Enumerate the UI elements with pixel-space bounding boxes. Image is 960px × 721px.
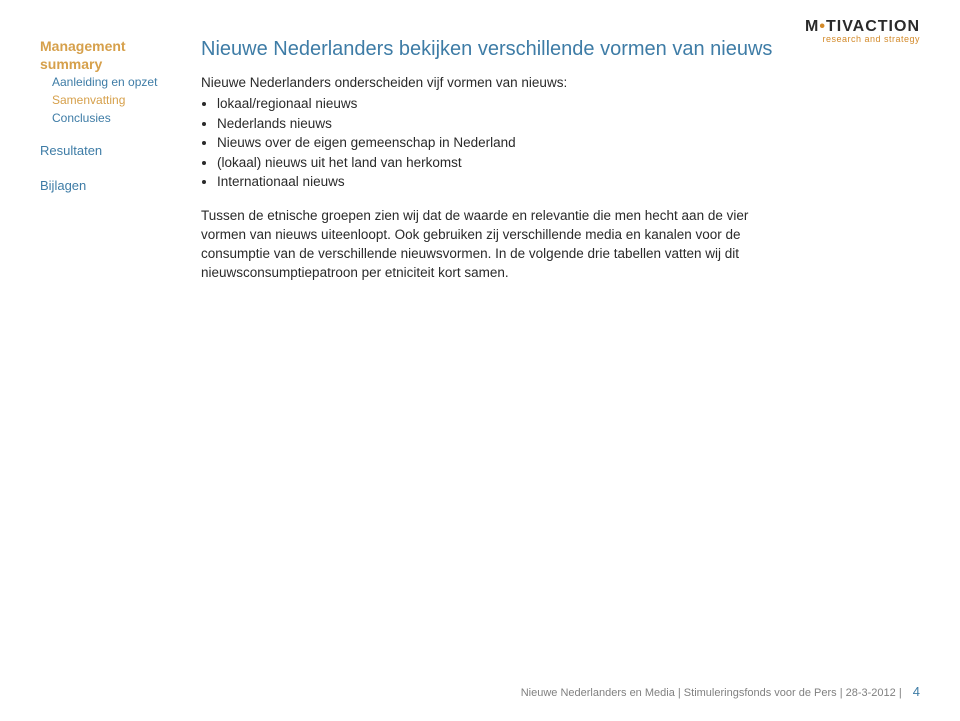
content-row: Management summary Aanleiding en opzet S… [40,28,920,282]
logo-text-m: M [805,18,819,35]
body-paragraph: Tussen de etnische groepen zien wij dat … [201,206,780,283]
sidebar-heading-mgmt[interactable]: Management summary [40,38,195,73]
sidebar-heading-line1: Management [40,38,195,56]
sidebar-section-mgmt: Management summary Aanleiding en opzet S… [40,38,195,127]
sidebar-item-bijlagen[interactable]: Bijlagen [40,176,195,197]
brand-logo: M•TIVACTION research and strategy [805,18,920,44]
sidebar-heading-line2: summary [40,56,195,74]
slide-page: M•TIVACTION research and strategy Manage… [0,0,960,721]
sidebar-item-samenvatting[interactable]: Samenvatting [52,91,195,109]
list-item: (lokaal) nieuws uit het land van herkoms… [217,153,780,173]
footer-date: | 28-3-2012 | [840,687,902,699]
sidebar-item-resultaten[interactable]: Resultaten [40,141,195,162]
bullet-list: lokaal/regionaal nieuws Nederlands nieuw… [217,94,780,192]
sidebar-item-aanleiding[interactable]: Aanleiding en opzet [52,73,195,91]
page-title: Nieuwe Nederlanders bekijken verschillen… [201,38,780,61]
footer-page-number: 4 [913,684,920,699]
logo-tagline: research and strategy [805,34,920,44]
list-item: Nieuws over de eigen gemeenschap in Nede… [217,133,780,153]
dot-icon: • [819,18,826,35]
sidebar-item-conclusies[interactable]: Conclusies [52,109,195,127]
logo-text-rest: TIVACTION [826,18,920,35]
intro-subtitle: Nieuwe Nederlanders onderscheiden vijf v… [201,75,780,90]
footer: Nieuwe Nederlanders en Media | Stimuleri… [521,684,920,699]
list-item: Nederlands nieuws [217,114,780,134]
footer-source: Stimuleringsfonds voor de Pers [684,687,837,699]
list-item: Internationaal nieuws [217,172,780,192]
main-content: Nieuwe Nederlanders bekijken verschillen… [195,28,920,282]
sidebar-nav: Management summary Aanleiding en opzet S… [40,28,195,282]
list-item: lokaal/regionaal nieuws [217,94,780,114]
footer-doc-title: Nieuwe Nederlanders en Media | [521,687,681,699]
